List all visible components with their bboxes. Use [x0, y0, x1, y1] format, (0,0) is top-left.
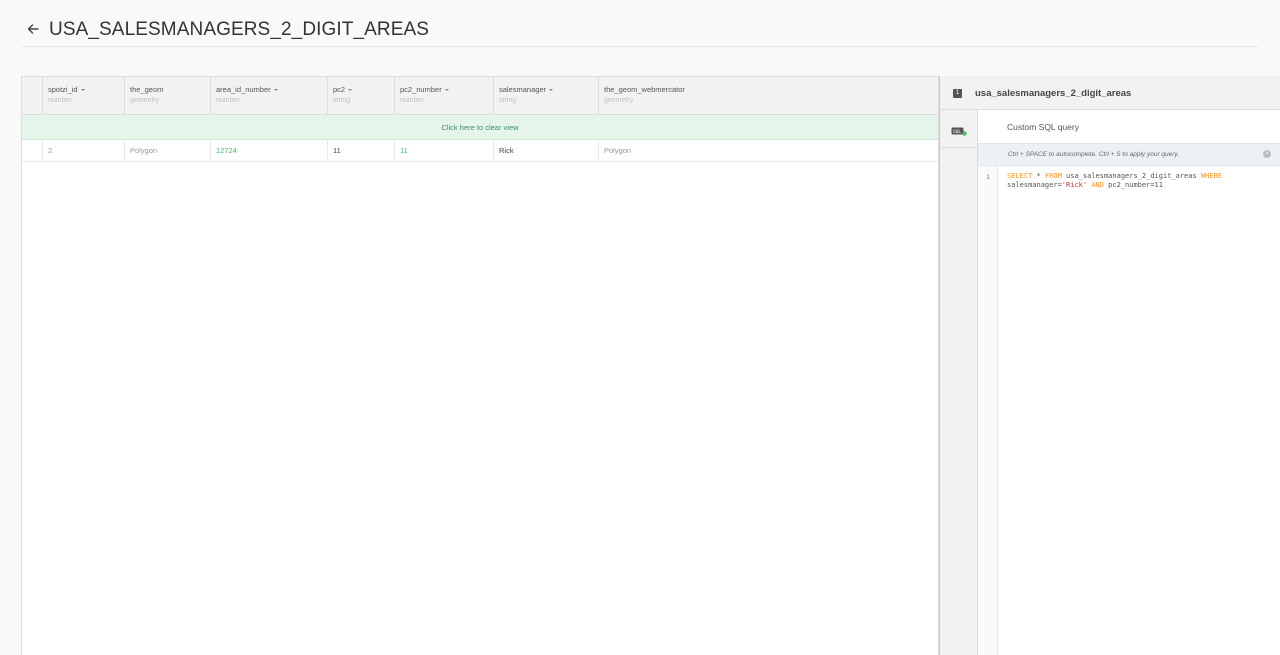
column-name: area_id_number [216, 85, 271, 94]
column-type: geometry [604, 97, 634, 104]
column-name: salesmanager [499, 85, 547, 94]
table-cell[interactable]: Polygon [598, 140, 940, 162]
close-icon[interactable]: × [1263, 150, 1271, 158]
column-type: number [48, 97, 72, 104]
layer-number-badge: 1 [953, 89, 962, 98]
layer-side-panel: 1 usa_salesmanagers_2_digit_areas SQL Cu… [939, 76, 1280, 655]
column-header-the-geom[interactable]: the_geom geometry [124, 77, 210, 115]
table-cell[interactable]: 12724 [210, 140, 327, 162]
page-header: USA_SALESMANAGERS_2_DIGIT_AREAS [22, 0, 1258, 47]
column-name: pc2_number [400, 85, 442, 94]
hint-text: Ctrl + SPACE to autocomplete. Ctrl + S t… [1008, 151, 1180, 158]
caret-down-icon[interactable] [549, 89, 554, 92]
caret-down-icon[interactable] [273, 89, 278, 92]
table-cell[interactable]: Polygon [124, 140, 210, 162]
hint-bar: Ctrl + SPACE to autocomplete. Ctrl + S t… [978, 144, 1280, 166]
sql-code-input[interactable]: SELECT * FROM usa_salesmanagers_2_digit_… [1007, 172, 1272, 190]
data-table: spotzi_id number the_geom geometry area_… [21, 76, 939, 655]
column-type: string [333, 97, 351, 104]
page-title: USA_SALESMANAGERS_2_DIGIT_AREAS [49, 19, 430, 40]
arrow-left-icon[interactable] [26, 22, 40, 36]
column-type: number [400, 97, 424, 104]
column-header-pc2[interactable]: pc2 string [327, 77, 394, 115]
line-number: 1 [986, 173, 990, 181]
table-header: spotzi_id number the_geom geometry area_… [22, 77, 938, 115]
table-cell[interactable]: 11 [394, 140, 493, 162]
column-name: the_geom_webmercator [604, 85, 685, 94]
svg-text:SQL: SQL [953, 129, 961, 135]
sql-icon[interactable]: SQL [951, 126, 967, 136]
column-header-salesmanager[interactable]: salesmanager string [493, 77, 598, 115]
table-row[interactable]: 2 Polygon 12724 11 11 Rick Polygon [22, 140, 938, 162]
caret-down-icon[interactable] [444, 89, 449, 92]
column-header-area-id-number[interactable]: area_id_number number [210, 77, 327, 115]
column-name: spotzi_id [48, 85, 78, 94]
line-gutter: 1 [978, 166, 998, 655]
column-name: the_geom [130, 85, 164, 94]
editor-title: Custom SQL query [1007, 122, 1079, 132]
table-cell[interactable]: Rick [493, 140, 598, 162]
sql-editor-panel: Custom SQL query Ctrl + SPACE to autocom… [977, 110, 1280, 655]
column-header-pc2-number[interactable]: pc2_number number [394, 77, 493, 115]
column-type: string [499, 97, 517, 104]
caret-down-icon[interactable] [348, 89, 353, 92]
table-cell[interactable]: 2 [42, 140, 124, 162]
column-header-the-geom-webmercator[interactable]: the_geom_webmercator geometry [598, 77, 940, 115]
editor-header: Custom SQL query [978, 110, 1280, 144]
column-header-spotzi-id[interactable]: spotzi_id number [42, 77, 124, 115]
table-cell[interactable]: 11 [327, 140, 394, 162]
column-name: pc2 [333, 85, 346, 94]
caret-down-icon[interactable] [80, 89, 85, 92]
layer-name: usa_salesmanagers_2_digit_areas [975, 88, 1132, 99]
column-type: number [216, 97, 240, 104]
column-type: geometry [130, 97, 160, 104]
divider [940, 147, 976, 148]
clear-view-button[interactable]: Click here to clear view [22, 115, 938, 140]
